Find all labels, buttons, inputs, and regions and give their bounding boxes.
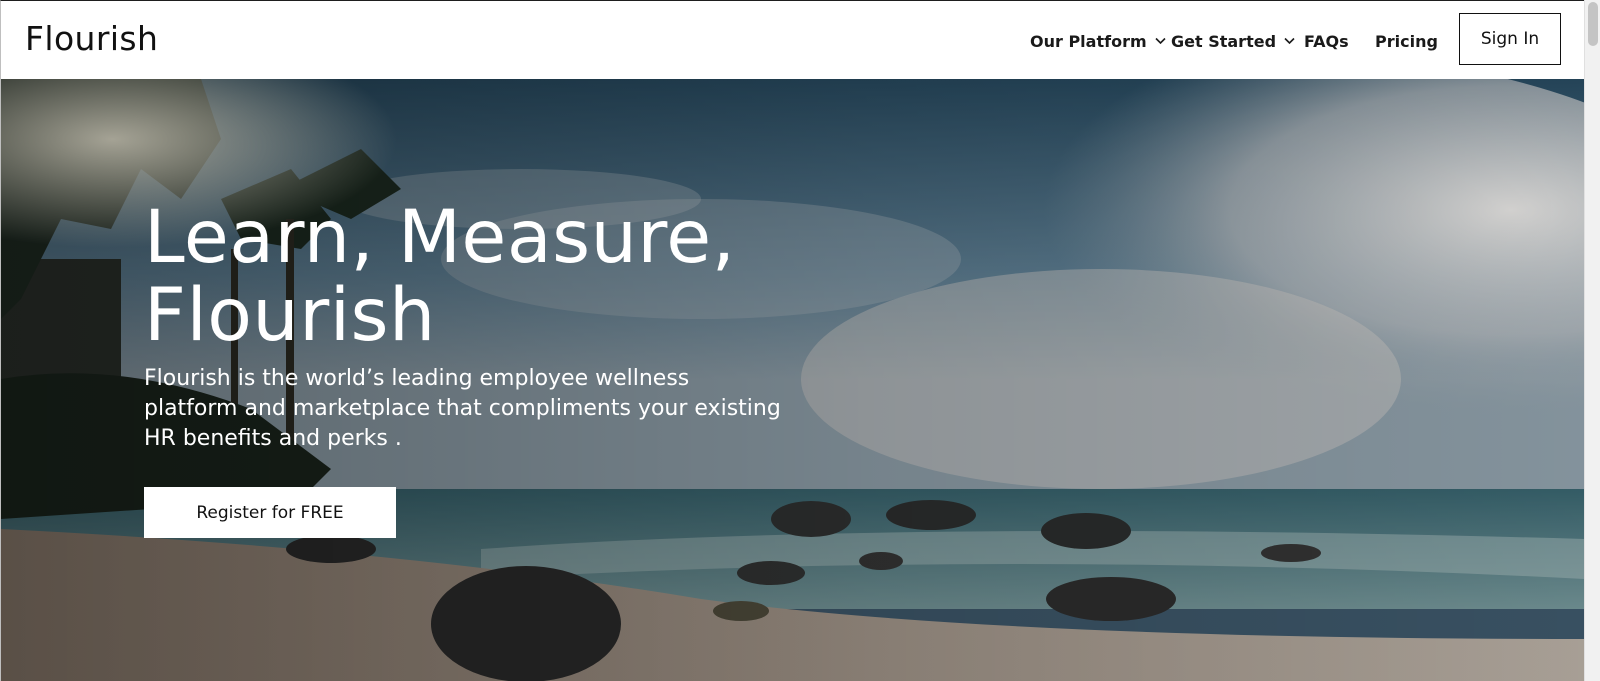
browser-viewport: Flourish Our Platform Get Started FAQs P… [0,0,1584,681]
nav-faqs[interactable]: FAQs [1304,27,1349,55]
page-scrollbar[interactable] [1584,0,1600,681]
nav-label: Pricing [1375,31,1438,51]
brand-logo[interactable]: Flourish [25,19,158,59]
hero-description: Flourish is the world’s leading employee… [144,366,781,451]
site-header: Flourish Our Platform Get Started FAQs P… [1,1,1584,79]
nav-our-platform[interactable]: Our Platform [1030,27,1166,55]
nav-label: Our Platform [1030,31,1147,51]
nav-label: Get Started [1171,31,1277,51]
nav-label: FAQs [1304,31,1349,51]
hero-headline: Learn, Measure, Flourish [144,199,824,355]
sign-in-button[interactable]: Sign In [1459,13,1561,65]
chevron-down-icon [1155,37,1166,45]
scrollbar-thumb[interactable] [1588,2,1598,46]
chevron-down-icon [1284,37,1295,45]
nav-pricing[interactable]: Pricing [1375,27,1438,55]
headline-line-2: Flourish [144,273,436,358]
register-free-button[interactable]: Register for FREE [144,487,396,538]
headline-line-1: Learn, Measure, [144,195,736,280]
hero-section: Learn, Measure, Flourish Flourish is the… [1,79,1584,681]
nav-get-started[interactable]: Get Started [1171,27,1295,55]
